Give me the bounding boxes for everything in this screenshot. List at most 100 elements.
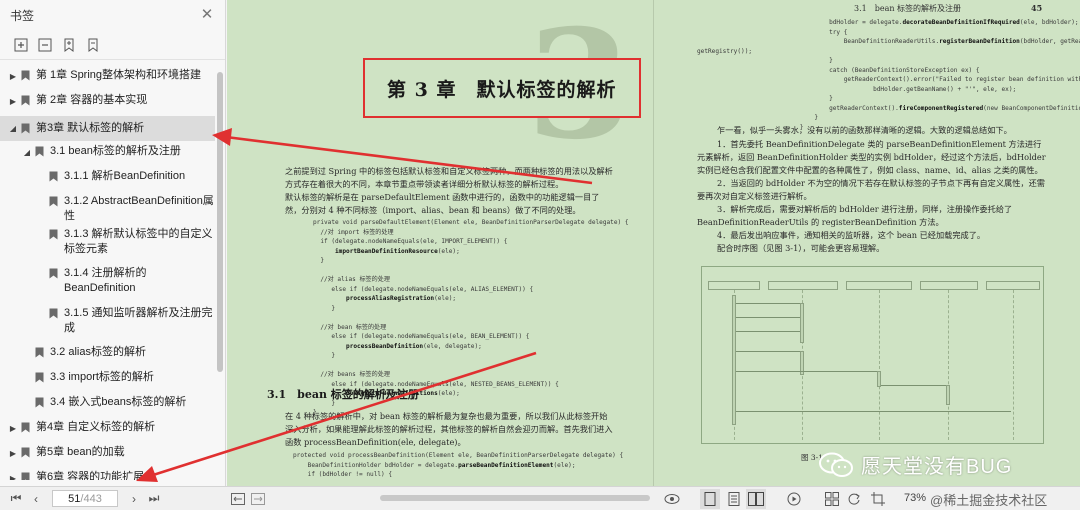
toc-item-3-1-4[interactable]: 3.1.4 注册解析的BeanDefinition — [0, 266, 215, 296]
zoom-level[interactable]: 73% — [904, 492, 926, 504]
bookmark-icon — [21, 447, 30, 458]
wechat-logo-icon — [819, 452, 853, 477]
right-paragraph-6: 配合时序图（见图 3-1），可能会更容易理解。 — [717, 243, 885, 253]
toc-item-3-1-5[interactable]: 3.1.5 通知监听器解析及注册完成 — [0, 306, 215, 336]
watermark: 愿天堂没有BUG — [819, 450, 1012, 479]
toc-item-chapter-1[interactable]: ▶ 第 1章 Spring整体架构和环境搭建 — [0, 68, 215, 84]
diagram-message — [736, 371, 877, 372]
toc-item-chapter-4[interactable]: ▶ 第4章 自定义标签的解析 — [0, 420, 215, 436]
toc-label: 第5章 bean的加载 — [36, 446, 125, 458]
toc-item-chapter-6[interactable]: ▶ 第6章 容器的功能扩展 — [0, 470, 215, 480]
fit-page-icon[interactable] — [248, 489, 268, 509]
continuous-view-icon[interactable] — [724, 489, 744, 509]
bookmark-icon — [49, 196, 58, 207]
diagram-lifeline — [948, 290, 949, 440]
toc-item-chapter-5[interactable]: ▶ 第5章 bean的加载 — [0, 445, 215, 461]
close-icon[interactable]: ✕ — [199, 7, 215, 23]
total-pages: /443 — [80, 492, 102, 505]
diagram-lifeline-box — [708, 281, 760, 290]
bookmark-tree: ▶ 第 1章 Spring整体架构和环境搭建 ▶ 第 2章 容器的基本实现 ◢ … — [0, 60, 225, 480]
toc-label: 第3章 默认标签的解析 — [36, 122, 145, 134]
bookmark-icon — [21, 123, 30, 134]
scroll-thumb[interactable] — [380, 495, 650, 501]
toc-label: 3.1.3 解析默认标签中的自定义标签元素 — [64, 228, 213, 255]
bookmark-icon — [35, 397, 44, 408]
crop-icon[interactable] — [868, 489, 888, 509]
add-bookmark-icon[interactable] — [61, 37, 77, 53]
rotate-icon[interactable] — [844, 489, 864, 509]
running-head: 3.1 bean 标签的解析及注册 — [854, 4, 962, 13]
thumbnail-view-icon[interactable] — [822, 489, 842, 509]
toc-label: 第 1章 Spring整体架构和环境搭建 — [36, 69, 202, 81]
last-page-icon[interactable]: ⏭ — [144, 489, 164, 509]
bookmark-icon — [21, 472, 30, 480]
collapse-all-icon[interactable] — [37, 37, 53, 53]
diagram-lifeline-box — [920, 281, 978, 290]
page-number: 45 — [1031, 3, 1043, 13]
toc-item-chapter-3[interactable]: ◢ 第3章 默认标签的解析 — [0, 116, 215, 141]
toc-label: 3.1.2 AbstractBeanDefinition属性 — [64, 195, 214, 222]
two-page-view-icon[interactable] — [746, 489, 766, 509]
caret-right-icon[interactable]: ▶ — [8, 445, 18, 461]
bookmark-icon — [21, 422, 30, 433]
intro-paragraph-2: 默认标签的解析是在 parseDefaultElement 函数中进行的，函数中… — [285, 192, 600, 215]
expand-all-icon[interactable] — [13, 37, 29, 53]
footer-watermark: @稀土掘金技术社区 — [930, 490, 1047, 509]
diagram-activation — [946, 385, 950, 405]
toc-item-3-1-2[interactable]: 3.1.2 AbstractBeanDefinition属性 — [0, 194, 215, 224]
caret-right-icon[interactable]: ▶ — [8, 68, 18, 84]
right-paragraph-1: 乍一看，似乎一头雾水，没有以前的函数那样清晰的逻辑。大致的逻辑总结如下。 — [717, 125, 1012, 135]
diagram-message — [736, 331, 800, 332]
previous-page-icon[interactable]: ‹ — [26, 489, 46, 509]
caret-right-icon[interactable]: ▶ — [8, 470, 18, 480]
sidebar-scrollbar[interactable] — [217, 72, 223, 372]
diagram-lifeline-box — [768, 281, 838, 290]
toc-item-3-1-3[interactable]: 3.1.3 解析默认标签中的自定义标签元素 — [0, 227, 215, 257]
right-paragraph-3: 2．当返回的 bdHolder 不为空的情况下若存在默认标签的子节点下再有自定义… — [697, 178, 1045, 201]
bookmark-icon — [21, 95, 30, 106]
toc-item-chapter-2[interactable]: ▶ 第 2章 容器的基本实现 — [0, 93, 215, 109]
toc-item-section-3-2[interactable]: 3.2 alias标签的解析 — [0, 345, 215, 360]
sequence-diagram-figure — [701, 266, 1044, 444]
diagram-lifeline-box — [846, 281, 912, 290]
chapter-title-box: 第 3 章 默认标签的解析 — [363, 58, 641, 118]
intro-paragraph-1: 之前提到过 Spring 中的标签包括默认标签和自定义标签两种，而两种标签的用法… — [285, 166, 613, 189]
caret-right-icon[interactable]: ▶ — [8, 93, 18, 109]
toc-label: 3.4 嵌入式beans标签的解析 — [50, 396, 187, 408]
document-view[interactable]: 3 第 3 章 默认标签的解析 之前提到过 Spring 中的标签包括默认标签和… — [227, 0, 1080, 486]
footer-watermark-text: @稀土掘金技术社区 — [930, 493, 1048, 508]
horizontal-scrollbar[interactable] — [270, 493, 650, 503]
toc-label: 第 2章 容器的基本实现 — [36, 94, 148, 106]
bookmark-icon — [49, 268, 58, 279]
diagram-activation — [732, 295, 736, 425]
bookmark-icon — [35, 146, 44, 157]
single-page-view-icon[interactable] — [700, 489, 720, 509]
diagram-message — [736, 303, 800, 304]
current-page: 51 — [68, 492, 81, 505]
remove-bookmark-icon[interactable] — [85, 37, 101, 53]
bookmark-icon — [35, 347, 44, 358]
page-number-input[interactable]: 51/443 — [52, 490, 118, 507]
caret-down-icon[interactable]: ◢ — [8, 121, 18, 136]
toc-item-section-3-1[interactable]: ◢ 3.1 bean标签的解析及注册 — [0, 144, 215, 160]
toc-label: 3.1.5 通知监听器解析及注册完成 — [64, 307, 213, 334]
bookmark-icon — [49, 229, 58, 240]
code-block-process-bean: protected void processBeanDefinition(Ele… — [293, 452, 624, 478]
first-page-icon[interactable]: ⏮ — [6, 489, 26, 509]
section-title: 3.1 bean 标签的解析及注册 — [267, 388, 419, 401]
caret-right-icon[interactable]: ▶ — [8, 420, 18, 436]
toc-label: 3.2 alias标签的解析 — [50, 346, 146, 358]
chapter-title: 第 3 章 默认标签的解析 — [387, 78, 617, 101]
toc-item-section-3-4[interactable]: 3.4 嵌入式beans标签的解析 — [0, 395, 215, 410]
toc-item-section-3-3[interactable]: 3.3 import标签的解析 — [0, 370, 215, 385]
next-page-icon[interactable]: › — [124, 489, 144, 509]
eye-care-icon[interactable] — [662, 489, 682, 509]
toc-item-3-1-1[interactable]: 3.1.1 解析BeanDefinition — [0, 169, 215, 184]
caret-down-icon[interactable]: ◢ — [22, 144, 32, 160]
bottom-toolbar: ⏮ ‹ 51/443 › ⏭ 73% @稀土掘金技术社区 — [0, 486, 1080, 510]
play-icon[interactable] — [784, 489, 804, 509]
toc-label: 第6章 容器的功能扩展 — [36, 471, 145, 480]
bookmark-panel-header: 书签 ✕ — [0, 0, 225, 30]
fit-width-icon[interactable] — [228, 489, 248, 509]
bookmark-icon — [35, 372, 44, 383]
